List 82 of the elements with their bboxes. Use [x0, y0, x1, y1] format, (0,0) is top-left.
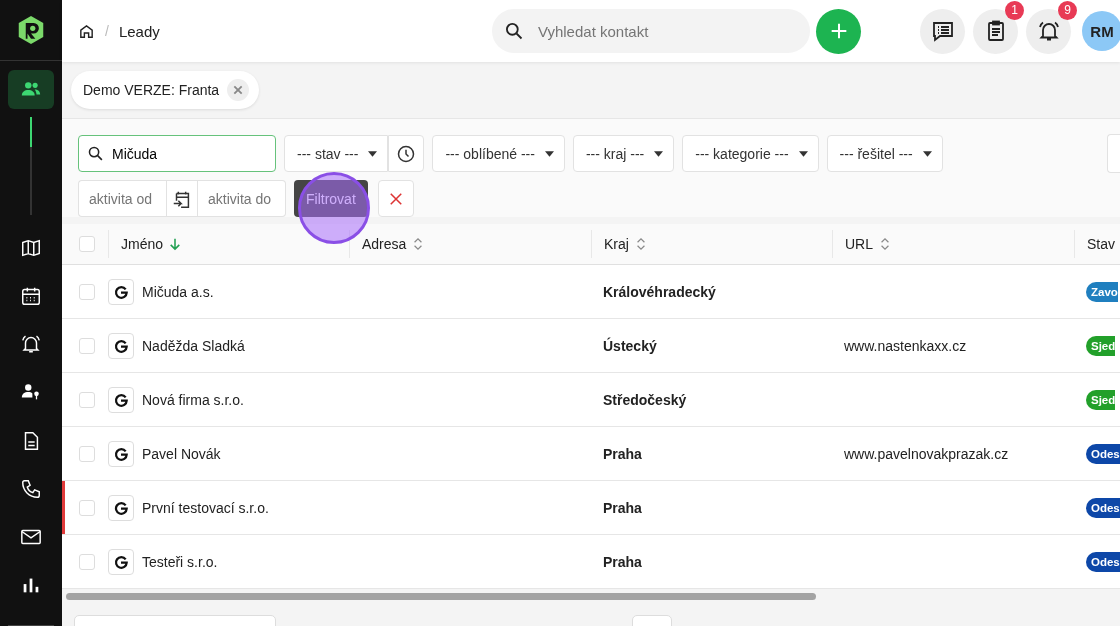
messages-button[interactable] [920, 8, 965, 54]
row-checkbox[interactable] [78, 499, 95, 516]
table-row[interactable]: Naděžda Sladká Ústecký www.nastenkaxx.cz Sjed [62, 319, 1120, 373]
search-field[interactable]: Vyhledat kontakt [492, 9, 810, 53]
table-row[interactable]: Nová firma s.r.o. Středočeský Sjed [62, 373, 1120, 427]
table-cell: První testovací s.r.o. [142, 499, 269, 516]
table-cell: Středočeský [603, 391, 687, 408]
caret-icon [654, 150, 664, 157]
sidebar-item[interactable] [8, 69, 54, 110]
row-checkbox[interactable] [78, 283, 95, 300]
filter-dropdown[interactable]: --- oblíbené --- [432, 135, 565, 172]
breadcrumb-current: Leady [118, 22, 160, 40]
home-icon[interactable] [78, 22, 95, 40]
table-cell: Naděžda Sladká [142, 337, 245, 354]
phone-icon [20, 477, 42, 500]
filter-dropdown[interactable]: --- kraj --- [572, 135, 675, 172]
caret-icon [544, 150, 554, 157]
table-cell: Pavel Novák [142, 445, 221, 462]
table-row[interactable]: První testovací s.r.o. Praha Odes [62, 481, 1120, 535]
table-row[interactable]: Pavel Novák Praha www.pavelnovakprazak.cz Odes [62, 427, 1120, 481]
close-icon[interactable] [227, 79, 250, 101]
bell-icon [20, 333, 42, 356]
calendar-button[interactable] [166, 180, 198, 217]
table-cell: www.pavelnovakprazak.cz [844, 445, 1009, 462]
count-badge: 1 [1005, 0, 1024, 20]
table-cell: Testeři s.r.o. [142, 553, 218, 570]
history-button[interactable] [388, 135, 425, 172]
avatar[interactable]: RM [1082, 11, 1120, 51]
breadcrumb-separator: / [105, 23, 109, 39]
search-icon [87, 145, 104, 162]
filter-dropdown[interactable]: --- řešitel --- [826, 135, 943, 172]
status-tag: Odes [1086, 497, 1120, 518]
date-field[interactable]: aktivita do [198, 180, 286, 217]
filter-dropdown[interactable]: --- stav --- [284, 135, 389, 172]
table-cell: www.nastenkaxx.cz [844, 337, 967, 354]
letter-g-icon [113, 283, 129, 300]
table-cell: Královéhradecký [603, 283, 716, 300]
table-cell: Praha [603, 553, 642, 570]
status-tag: Sjed [1086, 389, 1116, 410]
table-cell: Nová firma s.r.o. [142, 391, 244, 408]
search-input[interactable]: Vyhledat kontakt [536, 21, 798, 41]
table-cell: Praha [603, 499, 642, 516]
status-tag: Sjed [1086, 335, 1116, 356]
clock-icon [396, 143, 417, 164]
bell-icon [1036, 19, 1061, 43]
table-cell: Praha [603, 445, 642, 462]
status-tag: Odes [1086, 443, 1120, 464]
column-header[interactable]: Kraj [591, 230, 832, 258]
row-checkbox[interactable] [78, 553, 95, 570]
caret-icon [922, 150, 932, 157]
search-field[interactable]: Mičuda [78, 135, 276, 172]
column-header[interactable]: Jméno [108, 230, 349, 258]
row-checkbox[interactable] [78, 337, 95, 354]
table-cell: Ústecký [603, 337, 657, 354]
letter-g-icon [113, 337, 129, 354]
chip-label: Demo VERZE: Franta [83, 82, 220, 98]
scrollbar-thumb[interactable] [66, 593, 816, 600]
table-row[interactable]: Mičuda a.s. Královéhradecký Zavo [62, 265, 1120, 319]
letter-g-icon [113, 553, 129, 570]
column-header[interactable]: URL [832, 230, 1074, 258]
table-cell: Mičuda a.s. [142, 283, 214, 300]
logo-icon [17, 14, 45, 45]
caret-icon [798, 150, 808, 157]
search-icon [504, 21, 524, 41]
letter-g-icon [113, 391, 129, 408]
row-checkbox[interactable] [78, 445, 95, 462]
count-badge: 9 [1058, 0, 1077, 20]
column-header[interactable]: Adresa [349, 230, 591, 258]
status-tag: Odes [1086, 551, 1120, 572]
status-tag: Zavo [1086, 281, 1118, 302]
letter-g-icon [113, 499, 129, 516]
row-checkbox[interactable] [78, 391, 95, 408]
search-input[interactable]: Mičuda [110, 144, 264, 163]
caret-icon [368, 150, 378, 157]
column-header[interactable]: Stav [1074, 230, 1120, 258]
filter-dropdown[interactable]: --- kategorie --- [682, 135, 819, 172]
chat-icon [930, 19, 955, 43]
calendar-icon [20, 285, 42, 307]
add-button[interactable] [816, 8, 861, 54]
letter-g-icon [113, 445, 129, 462]
date-field[interactable]: aktivita od [78, 180, 166, 217]
select-all-checkbox[interactable] [78, 236, 95, 252]
